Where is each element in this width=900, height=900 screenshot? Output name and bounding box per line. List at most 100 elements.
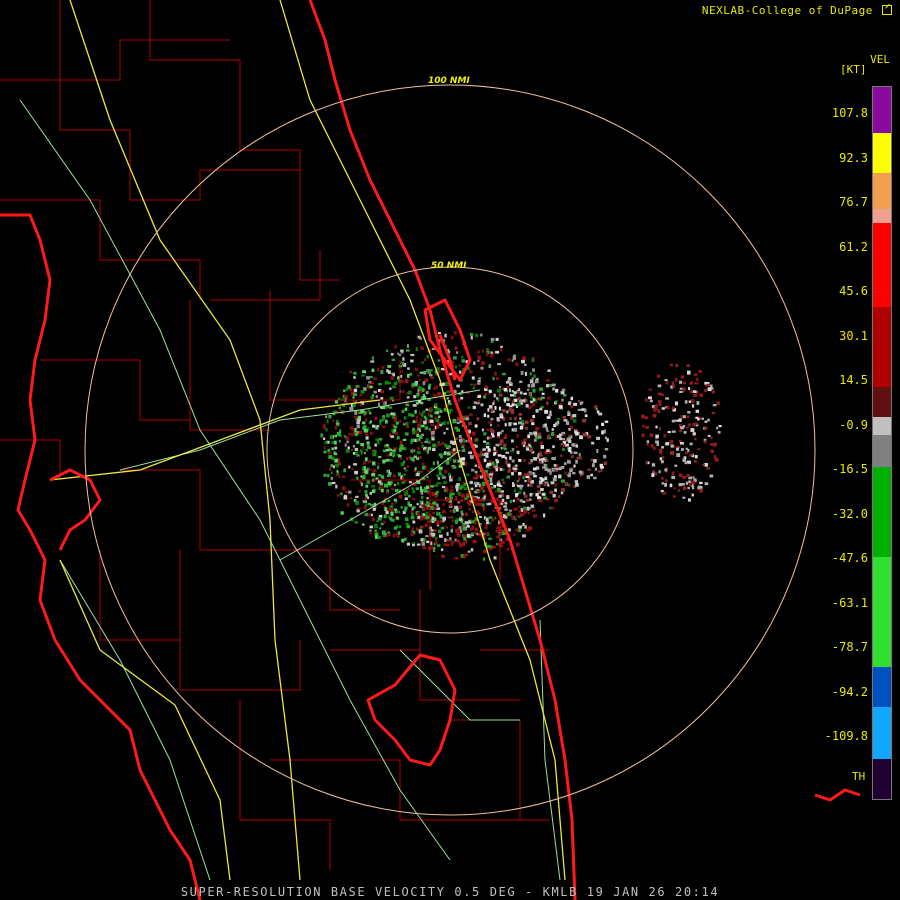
echo-pixel — [416, 392, 420, 396]
echo-pixel — [377, 535, 381, 539]
echo-pixel — [582, 418, 586, 423]
echo-pixel — [529, 372, 532, 376]
echo-pixel — [704, 482, 707, 486]
echo-pixel — [394, 488, 398, 493]
echo-pixel — [493, 556, 497, 560]
echo-pixel — [406, 426, 410, 429]
echo-pixel — [540, 441, 543, 445]
echo-pixel — [679, 390, 683, 394]
echo-pixel — [485, 445, 490, 449]
echo-pixel — [327, 474, 330, 478]
echo-pixel — [523, 458, 526, 462]
external-link-icon[interactable] — [882, 3, 892, 15]
echo-pixel — [536, 466, 539, 469]
echo-pixel — [555, 422, 559, 426]
echo-pixel — [475, 527, 479, 532]
echo-pixel — [515, 405, 518, 408]
echo-pixel — [389, 387, 392, 390]
echo-pixel — [446, 488, 449, 493]
echo-pixel — [439, 519, 443, 524]
echo-pixel — [568, 448, 572, 453]
echo-pixel — [479, 516, 482, 519]
credit-text[interactable]: NEXLAB-College of DuPage — [702, 3, 892, 17]
scale-label: 92.3 — [839, 150, 868, 165]
echo-pixel — [481, 481, 486, 486]
echo-pixel — [407, 367, 410, 370]
echo-pixel — [417, 470, 421, 474]
echo-pixel — [453, 448, 456, 451]
echo-pixel — [425, 485, 430, 490]
echo-pixel — [486, 348, 489, 351]
echo-pixel — [440, 368, 445, 371]
scale-label: -94.2 — [831, 684, 868, 699]
echo-pixel — [484, 393, 487, 396]
echo-pixel — [489, 475, 494, 478]
echo-pixel — [507, 358, 511, 362]
echo-pixel — [406, 525, 410, 529]
echo-pixel — [570, 435, 573, 439]
echo-pixel — [540, 488, 544, 492]
echo-pixel — [586, 475, 591, 479]
echo-pixel — [497, 424, 500, 427]
echo-pixel — [681, 448, 684, 451]
echo-pixel — [374, 443, 377, 447]
echo-pixel — [425, 515, 429, 520]
scale-label: 76.7 — [839, 195, 868, 209]
echo-pixel — [446, 532, 449, 536]
echo-pixel — [393, 412, 396, 416]
echo-pixel — [456, 384, 460, 388]
echo-pixel — [594, 467, 598, 471]
echo-pixel — [434, 539, 438, 542]
echo-pixel — [390, 513, 394, 517]
echo-pixel — [344, 490, 348, 493]
echo-pixel — [324, 441, 328, 445]
echo-pixel — [415, 487, 419, 490]
echo-pixel — [488, 522, 492, 525]
echo-pixel — [378, 402, 381, 407]
echo-pixel — [676, 453, 681, 458]
echo-pixel — [674, 401, 679, 406]
echo-pixel — [472, 386, 476, 390]
echo-pixel — [648, 396, 652, 400]
echo-pixel — [425, 535, 429, 538]
echo-pixel — [570, 455, 574, 458]
echo-pixel — [357, 415, 362, 420]
color-scale-bar — [872, 86, 892, 800]
echo-pixel — [421, 525, 424, 529]
echo-pixel — [558, 405, 563, 409]
echo-pixel — [367, 460, 372, 463]
echo-pixel — [503, 400, 506, 403]
echo-pixel — [649, 399, 653, 403]
echo-pixel — [425, 504, 428, 507]
echo-pixel — [381, 425, 386, 429]
echo-pixel — [496, 535, 499, 539]
echo-pixel — [421, 542, 425, 546]
echo-pixel — [335, 484, 338, 489]
echo-pixel — [699, 488, 703, 493]
echo-pixel — [373, 377, 378, 381]
echo-pixel — [364, 457, 368, 462]
echo-pixel — [504, 423, 507, 427]
echo-pixel — [385, 349, 389, 353]
scale-label: -63.1 — [831, 595, 868, 610]
echo-pixel — [463, 487, 468, 491]
echo-pixel — [682, 486, 686, 491]
echo-pixel — [690, 381, 693, 385]
echo-pixel — [454, 505, 459, 510]
echo-pixel — [359, 393, 363, 396]
echo-pixel — [421, 361, 424, 364]
echo-pixel — [393, 381, 398, 386]
echo-pixel — [403, 416, 407, 420]
echo-pixel — [425, 438, 429, 441]
echo-pixel — [436, 511, 439, 515]
echo-pixel — [420, 517, 424, 520]
echo-pixel — [390, 458, 393, 463]
echo-pixel — [497, 454, 502, 457]
echo-pixel — [449, 478, 453, 482]
echo-pixel — [651, 463, 656, 467]
echo-pixel — [375, 425, 379, 430]
echo-pixel — [424, 466, 428, 470]
echo-pixel — [434, 385, 438, 390]
echo-pixel — [420, 346, 423, 349]
echo-pixel — [546, 396, 551, 400]
